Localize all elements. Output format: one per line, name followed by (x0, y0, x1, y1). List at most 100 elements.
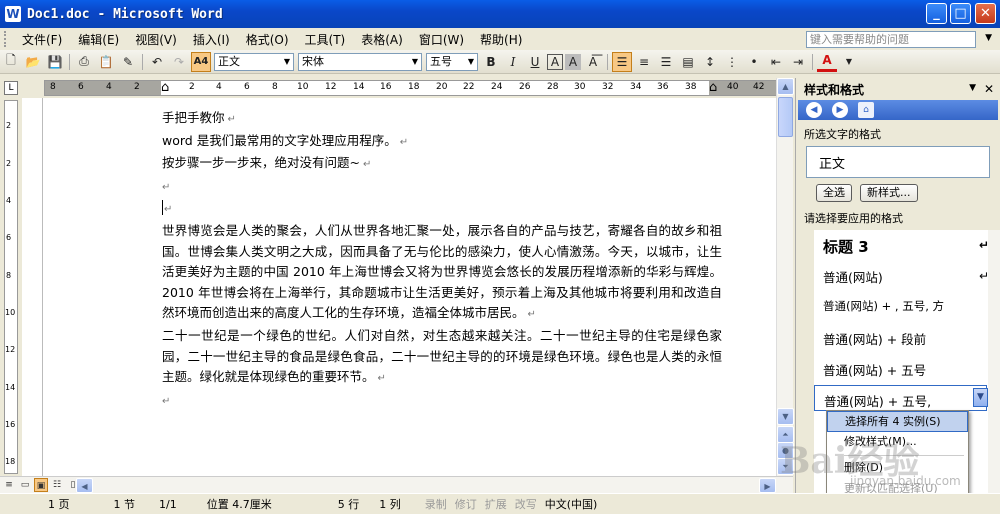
styles-and-formatting-button[interactable]: A4 (191, 51, 211, 72)
menu-help[interactable]: 帮助(H) (472, 31, 530, 48)
status-trk[interactable]: 修订 (455, 496, 477, 512)
print-icon[interactable]: ⎙ (74, 52, 94, 72)
style-item-heading3[interactable]: 标题 3 ↵ (814, 230, 1000, 261)
document-text[interactable]: 手把手教你 ↵ word 是我们最常用的文字处理应用程序。 ↵ 按步骤一步一步来，绝… (162, 108, 722, 412)
scroll-left-icon[interactable]: ◀ (76, 478, 93, 493)
chevron-down-icon[interactable]: ▼ (839, 52, 859, 72)
doc-paragraph[interactable]: 二十一世纪是一个绿色的世纪。人们对自然，对生态越来越关注。二十一世纪主导的住宅是… (162, 326, 722, 390)
taskpane-scrollbar[interactable] (988, 230, 1000, 493)
save-icon[interactable]: 💾 (45, 52, 65, 72)
redo-icon[interactable]: ↷ (169, 52, 189, 72)
help-search-input[interactable]: 键入需要帮助的问题 (806, 31, 976, 48)
style-item[interactable]: 普通(网站) ↵ (814, 261, 1000, 292)
doc-line[interactable]: ↵ (162, 176, 722, 199)
menu-tools[interactable]: 工具(T) (297, 31, 354, 48)
underline-button[interactable]: U (525, 52, 545, 72)
undo-icon[interactable]: ↶ (147, 52, 167, 72)
menu-format[interactable]: 格式(O) (238, 31, 297, 48)
align-left-icon[interactable]: ☰ (612, 51, 632, 72)
hscroll-track[interactable]: ◀ ▶ (76, 478, 776, 493)
minimize-button[interactable]: _ (926, 3, 947, 24)
line-spacing-icon[interactable]: ↕ (700, 52, 720, 72)
tab-selector-icon[interactable]: L (4, 81, 18, 95)
back-icon[interactable]: ◀ (806, 102, 822, 118)
document-area[interactable]: 手把手教你 ↵ word 是我们最常用的文字处理应用程序。 ↵ 按步骤一步一步来，绝… (22, 98, 776, 476)
doc-line[interactable]: 手把手教你 ↵ (162, 108, 722, 131)
chevron-down-icon[interactable]: ▼ (409, 54, 421, 70)
increase-indent-icon[interactable]: ⇥ (788, 52, 808, 72)
scroll-up-icon[interactable]: ▲ (777, 78, 794, 95)
outline-view-icon[interactable]: ☷ (50, 478, 64, 492)
ruler-label: 18 (408, 82, 420, 92)
style-item[interactable]: 普通(网站) + 五号 (814, 354, 1000, 385)
doc-paragraph[interactable]: 世界博览会是人类的聚会，人们从世界各地汇聚一处，展示各自的产品与技艺，寄耀各自的… (162, 221, 722, 326)
horizontal-ruler[interactable]: L 8 6 4 2 ⌂ 2 4 6 8 10 12 14 16 18 20 22… (0, 78, 785, 98)
close-icon[interactable]: ✕ (984, 82, 994, 96)
menu-table[interactable]: 表格(A) (353, 31, 411, 48)
status-rec[interactable]: 录制 (425, 496, 447, 512)
menu-view[interactable]: 视图(V) (127, 31, 185, 48)
format-painter-icon[interactable]: ✎ (118, 52, 138, 72)
justify-icon[interactable]: ▤ (678, 52, 698, 72)
doc-line[interactable]: 按步骤一步一步来，绝对没有问题~ ↵ (162, 153, 722, 176)
bold-button[interactable]: B (481, 52, 501, 72)
scroll-right-icon[interactable]: ▶ (759, 478, 776, 493)
char-shading-icon[interactable]: A (565, 53, 581, 70)
normal-view-icon[interactable]: ≡ (2, 478, 16, 492)
forward-icon[interactable]: ▶ (832, 102, 848, 118)
home-icon[interactable]: ⌂ (858, 102, 874, 118)
chevron-down-icon[interactable]: ▼ (969, 83, 976, 93)
font-select[interactable]: 宋体 ▼ (298, 52, 422, 71)
print-view-icon[interactable]: ▣ (34, 478, 48, 492)
doc-line[interactable]: ↵ (162, 390, 722, 413)
chevron-down-icon[interactable]: ▼ (281, 54, 293, 70)
bullets-icon[interactable]: • (744, 52, 764, 72)
ruler-strip[interactable]: 8 6 4 2 ⌂ 2 4 6 8 10 12 14 16 18 20 22 2… (44, 80, 777, 96)
ruler-label: 2 (134, 82, 140, 92)
status-ext[interactable]: 扩展 (485, 496, 507, 512)
style-item[interactable]: 普通(网站) + , 五号, 方 (814, 292, 1000, 323)
vruler-label: 8 (6, 271, 12, 280)
new-style-button[interactable]: 新样式... (860, 184, 918, 202)
vertical-scrollbar[interactable]: ▲ ▼ ⏶ ● ⏷ (776, 78, 794, 476)
chevron-down-icon[interactable]: ▼ (985, 33, 992, 43)
style-select[interactable]: 正文 ▼ (214, 52, 294, 71)
vertical-ruler[interactable]: 2 2 4 6 8 10 12 14 16 18 (0, 98, 20, 476)
select-all-button[interactable]: 全选 (816, 184, 852, 202)
paste-icon[interactable]: 📋 (96, 52, 116, 72)
menu-edit[interactable]: 编辑(E) (70, 31, 127, 48)
style-item[interactable]: 普通(网站) + 段前 (814, 323, 1000, 354)
decrease-indent-icon[interactable]: ⇤ (766, 52, 786, 72)
horizontal-scrollbar[interactable]: ≡ ▭ ▣ ☷ ▯ ◀ ▶ (0, 476, 793, 493)
scroll-down-icon[interactable]: ▼ (777, 408, 794, 425)
right-indent-marker-icon[interactable]: ⌂ (709, 80, 717, 95)
new-document-icon[interactable]: 🗋 (1, 52, 21, 72)
doc-line-cursor[interactable]: ↵ (162, 198, 722, 221)
style-item-selected[interactable]: 普通(网站) + 五号, ▼ (814, 385, 988, 411)
status-ovr[interactable]: 改写 (515, 496, 537, 512)
document-page[interactable]: 手把手教你 ↵ word 是我们最常用的文字处理应用程序。 ↵ 按步骤一步一步来，绝… (42, 98, 776, 476)
menubar-grip[interactable] (4, 31, 8, 47)
chevron-down-icon[interactable]: ▼ (973, 388, 988, 407)
align-center-icon[interactable]: ≡ (634, 52, 654, 72)
font-color-button[interactable]: A (817, 52, 837, 72)
numbering-icon[interactable]: ⋮ (722, 52, 742, 72)
menu-file[interactable]: 文件(F) (14, 31, 70, 48)
doc-line[interactable]: word 是我们最常用的文字处理应用程序。 ↵ (162, 131, 722, 154)
menu-window[interactable]: 窗口(W) (411, 31, 472, 48)
select-all-instances-item[interactable]: 选择所有 4 实例(S) (827, 411, 968, 432)
italic-button[interactable]: I (503, 52, 523, 72)
indent-marker-icon[interactable]: ⌂ (161, 80, 169, 95)
align-right-icon[interactable]: ☰ (656, 52, 676, 72)
font-size-select[interactable]: 五号 ▼ (426, 52, 478, 71)
maximize-button[interactable]: □ (950, 3, 971, 24)
char-scale-icon[interactable]: A͞ (583, 52, 603, 72)
menu-insert[interactable]: 插入(I) (185, 31, 238, 48)
open-folder-icon[interactable]: 📂 (23, 52, 43, 72)
scroll-thumb[interactable] (778, 97, 793, 137)
selected-format-box[interactable]: 正文 (806, 146, 990, 178)
close-button[interactable]: ✕ (975, 3, 996, 24)
web-view-icon[interactable]: ▭ (18, 478, 32, 492)
char-border-icon[interactable]: A (547, 53, 563, 70)
chevron-down-icon[interactable]: ▼ (465, 54, 477, 70)
